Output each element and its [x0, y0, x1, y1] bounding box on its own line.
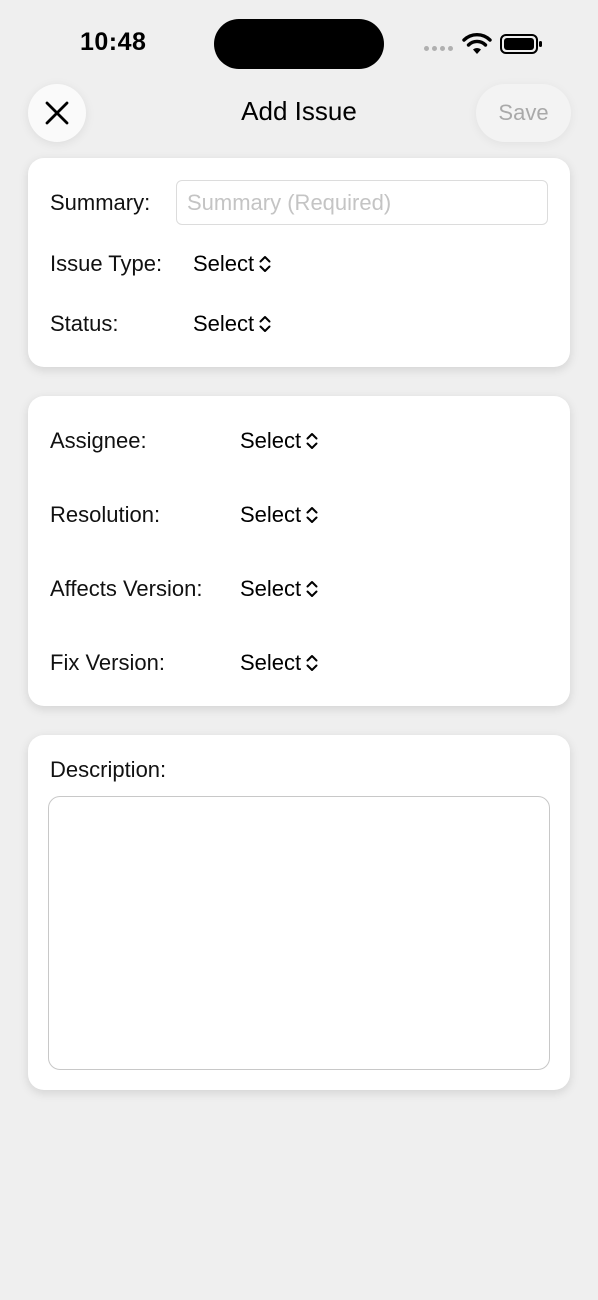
description-card: Description: [28, 735, 570, 1090]
affects-version-row: Affects Version: Select [50, 566, 548, 612]
description-row: Description: [50, 747, 548, 793]
issue-fields-card: Assignee: Select Resolution: Select Affe… [28, 396, 570, 706]
wifi-icon [462, 33, 492, 54]
status-bar: 10:48 [0, 0, 598, 80]
affects-version-picker[interactable]: Select [240, 576, 319, 602]
resolution-value: Select [240, 502, 302, 527]
issue-type-value: Select [193, 251, 255, 276]
summary-label: Summary: [50, 190, 151, 215]
assignee-row: Assignee: Select [50, 418, 548, 464]
dynamic-island [214, 19, 384, 69]
status-label: Status: [50, 311, 119, 336]
chevron-up-down-icon [306, 507, 318, 523]
chevron-up-down-icon [306, 433, 318, 449]
chevron-up-down-icon [259, 316, 271, 332]
save-button[interactable]: Save [476, 84, 571, 142]
assignee-value: Select [240, 428, 302, 453]
fix-version-row: Fix Version: Select [50, 640, 548, 686]
resolution-picker[interactable]: Select [240, 502, 319, 528]
status-picker[interactable]: Select [193, 311, 272, 337]
issue-details-card: Summary: Issue Type: Select Status: Sele… [28, 158, 570, 367]
summary-input[interactable] [176, 180, 548, 225]
assignee-picker[interactable]: Select [240, 428, 319, 454]
chevron-up-down-icon [306, 655, 318, 671]
fix-version-label: Fix Version: [50, 650, 165, 675]
chevron-up-down-icon [306, 581, 318, 597]
description-textarea[interactable] [48, 796, 550, 1070]
status-time: 10:48 [80, 28, 147, 56]
cellular-signal-icon [424, 46, 453, 51]
battery-icon [500, 34, 542, 54]
chevron-up-down-icon [259, 256, 271, 272]
description-label: Description: [50, 757, 167, 782]
affects-version-label: Affects Version: [50, 576, 203, 601]
affects-version-value: Select [240, 576, 302, 601]
issue-type-label: Issue Type: [50, 251, 163, 276]
fix-version-value: Select [240, 650, 302, 675]
nav-bar: Add Issue Save [0, 84, 598, 146]
resolution-row: Resolution: Select [50, 492, 548, 538]
status-value: Select [193, 311, 255, 336]
assignee-label: Assignee: [50, 428, 147, 453]
resolution-label: Resolution: [50, 502, 161, 527]
issue-type-row: Issue Type: Select [50, 241, 548, 287]
status-row: Status: Select [50, 301, 548, 347]
issue-type-picker[interactable]: Select [193, 251, 272, 277]
fix-version-picker[interactable]: Select [240, 650, 319, 676]
